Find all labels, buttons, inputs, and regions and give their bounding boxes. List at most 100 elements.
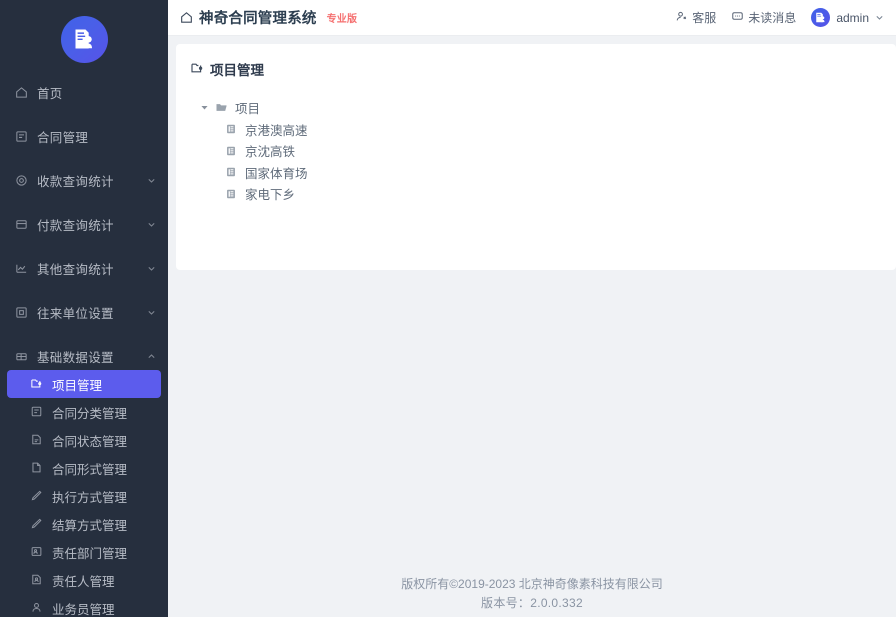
chevron-down-icon[interactable] (146, 219, 156, 229)
content-area: 项目管理 项目 (168, 36, 896, 617)
file-contract-icon (14, 129, 29, 144)
tree-node-label: 家电下乡 (245, 184, 295, 203)
sidebar-item-label: 责任人管理 (52, 571, 115, 590)
card-header: 项目管理 (176, 56, 896, 79)
user-icon (30, 601, 44, 615)
project-tree: 项目 (176, 79, 896, 227)
user-menu[interactable]: admin (811, 8, 884, 27)
sidebar-item-label: 责任部门管理 (52, 543, 127, 562)
sidebar-item-label: 项目管理 (52, 375, 102, 394)
sidebar-item-label: 合同管理 (37, 127, 156, 146)
sidebar-item-contract-form[interactable]: 合同形式管理 (0, 454, 168, 482)
sidebar-item-label: 其他查询统计 (37, 259, 146, 278)
folder-open-icon (214, 101, 228, 115)
file-user-icon (30, 573, 44, 587)
building-box-icon (14, 305, 29, 320)
sidebar-item-label: 结算方式管理 (52, 515, 127, 534)
chevron-down-icon[interactable] (146, 175, 156, 185)
sidebar-item-label: 业务员管理 (52, 599, 115, 617)
tree-children: 京港澳高速 (194, 119, 896, 205)
home-icon (180, 11, 193, 24)
tree-node-item[interactable]: 京港澳高速 (221, 119, 896, 141)
chevron-down-icon[interactable] (146, 263, 156, 273)
sidebar-item-payment-query[interactable]: 付款查询统计 (0, 210, 168, 238)
home-icon (14, 85, 29, 100)
tree-node-item[interactable]: 国家体育场 (221, 162, 896, 184)
folder-project-icon (190, 61, 204, 78)
sidebar-item-label: 基础数据设置 (37, 347, 146, 366)
tree-node-label: 国家体育场 (245, 163, 308, 182)
chart-line-icon (14, 261, 29, 276)
sidebar-item-label: 执行方式管理 (52, 487, 127, 506)
list-item-icon (224, 165, 238, 179)
customer-support-label: 客服 (692, 9, 716, 26)
list-item-icon (224, 144, 238, 158)
sidebar-item-salesperson[interactable]: 业务员管理 (0, 594, 168, 617)
version-text: 版本号：2.0.0.332 (168, 594, 896, 613)
chevron-down-icon[interactable] (146, 307, 156, 317)
sidebar-logo[interactable] (0, 0, 168, 78)
pencil-icon (30, 517, 44, 531)
sidebar-item-home[interactable]: 首页 (0, 78, 168, 106)
tree-node-label: 京港澳高速 (245, 120, 308, 139)
sidebar-item-execution-method[interactable]: 执行方式管理 (0, 482, 168, 510)
sidebar-item-responsible-person[interactable]: 责任人管理 (0, 566, 168, 594)
unread-messages-button[interactable]: 未读消息 (731, 9, 796, 26)
pencil-icon (30, 489, 44, 503)
coin-circle-icon (14, 173, 29, 188)
caret-down-icon[interactable] (198, 102, 210, 114)
sidebar-item-label: 合同状态管理 (52, 431, 127, 450)
tree-node-item[interactable]: 家电下乡 (221, 183, 896, 205)
database-icon (14, 349, 29, 364)
sidebar-item-contract-management[interactable]: 合同管理 (0, 122, 168, 150)
list-item-icon (224, 122, 238, 136)
topbar-actions: 客服 未读消息 (675, 8, 884, 27)
id-card-icon (30, 545, 44, 559)
file-list-icon (30, 405, 44, 419)
sidebar-item-label: 合同分类管理 (52, 403, 127, 422)
page-title: 神奇合同管理系统 (199, 7, 317, 28)
headset-user-icon (675, 10, 688, 26)
brand[interactable]: 神奇合同管理系统 专业版 (180, 7, 357, 28)
sidebar-item-responsible-department[interactable]: 责任部门管理 (0, 538, 168, 566)
customer-support-button[interactable]: 客服 (675, 9, 716, 26)
sidebar-item-label: 合同形式管理 (52, 459, 127, 478)
chevron-down-icon[interactable] (875, 9, 884, 27)
edition-badge: 专业版 (327, 10, 358, 25)
tree-node-root[interactable]: 项目 (194, 97, 896, 119)
sidebar-item-receipt-query[interactable]: 收款查询统计 (0, 166, 168, 194)
project-management-card: 项目管理 项目 (176, 44, 896, 270)
sidebar-item-label: 收款查询统计 (37, 171, 146, 190)
file-blank-icon (30, 461, 44, 475)
list-item-icon (224, 187, 238, 201)
sidebar-item-basic-data-settings[interactable]: 基础数据设置 (0, 342, 168, 370)
sidebar-menu: 首页 合同管理 收款查询统计 (0, 78, 168, 617)
sidebar-item-contract-status[interactable]: 合同状态管理 (0, 426, 168, 454)
sidebar-item-label: 付款查询统计 (37, 215, 146, 234)
copyright-text: 版权所有©2019-2023 北京神奇像素科技有限公司 (168, 575, 896, 594)
comment-dots-icon (731, 10, 744, 26)
card-title-label: 项目管理 (210, 59, 264, 79)
tree-node-item[interactable]: 京沈高铁 (221, 140, 896, 162)
folder-project-icon (30, 377, 44, 391)
app-root: 首页 合同管理 收款查询统计 (0, 0, 896, 617)
sidebar-item-project-management[interactable]: 项目管理 (7, 370, 161, 398)
unread-messages-label: 未读消息 (748, 9, 796, 26)
tree-node-label: 京沈高铁 (245, 141, 295, 160)
topbar: 神奇合同管理系统 专业版 客服 (168, 0, 896, 36)
sidebar-item-counterparty-settings[interactable]: 往来单位设置 (0, 298, 168, 326)
sidebar-item-label: 往来单位设置 (37, 303, 146, 322)
user-name: admin (836, 11, 869, 25)
main-area: 神奇合同管理系统 专业版 客服 (168, 0, 896, 617)
sidebar-item-settlement-method[interactable]: 结算方式管理 (0, 510, 168, 538)
sidebar-item-contract-category[interactable]: 合同分类管理 (0, 398, 168, 426)
contract-stamp-logo-icon (61, 16, 108, 63)
sidebar-item-label: 首页 (37, 83, 156, 102)
chevron-up-icon[interactable] (146, 351, 156, 361)
file-status-icon (30, 433, 44, 447)
sidebar-item-other-query[interactable]: 其他查询统计 (0, 254, 168, 282)
footer: 版权所有©2019-2023 北京神奇像素科技有限公司 版本号：2.0.0.33… (168, 575, 896, 613)
payment-card-icon (14, 217, 29, 232)
sidebar: 首页 合同管理 收款查询统计 (0, 0, 168, 617)
tree-node-label: 项目 (235, 98, 260, 117)
